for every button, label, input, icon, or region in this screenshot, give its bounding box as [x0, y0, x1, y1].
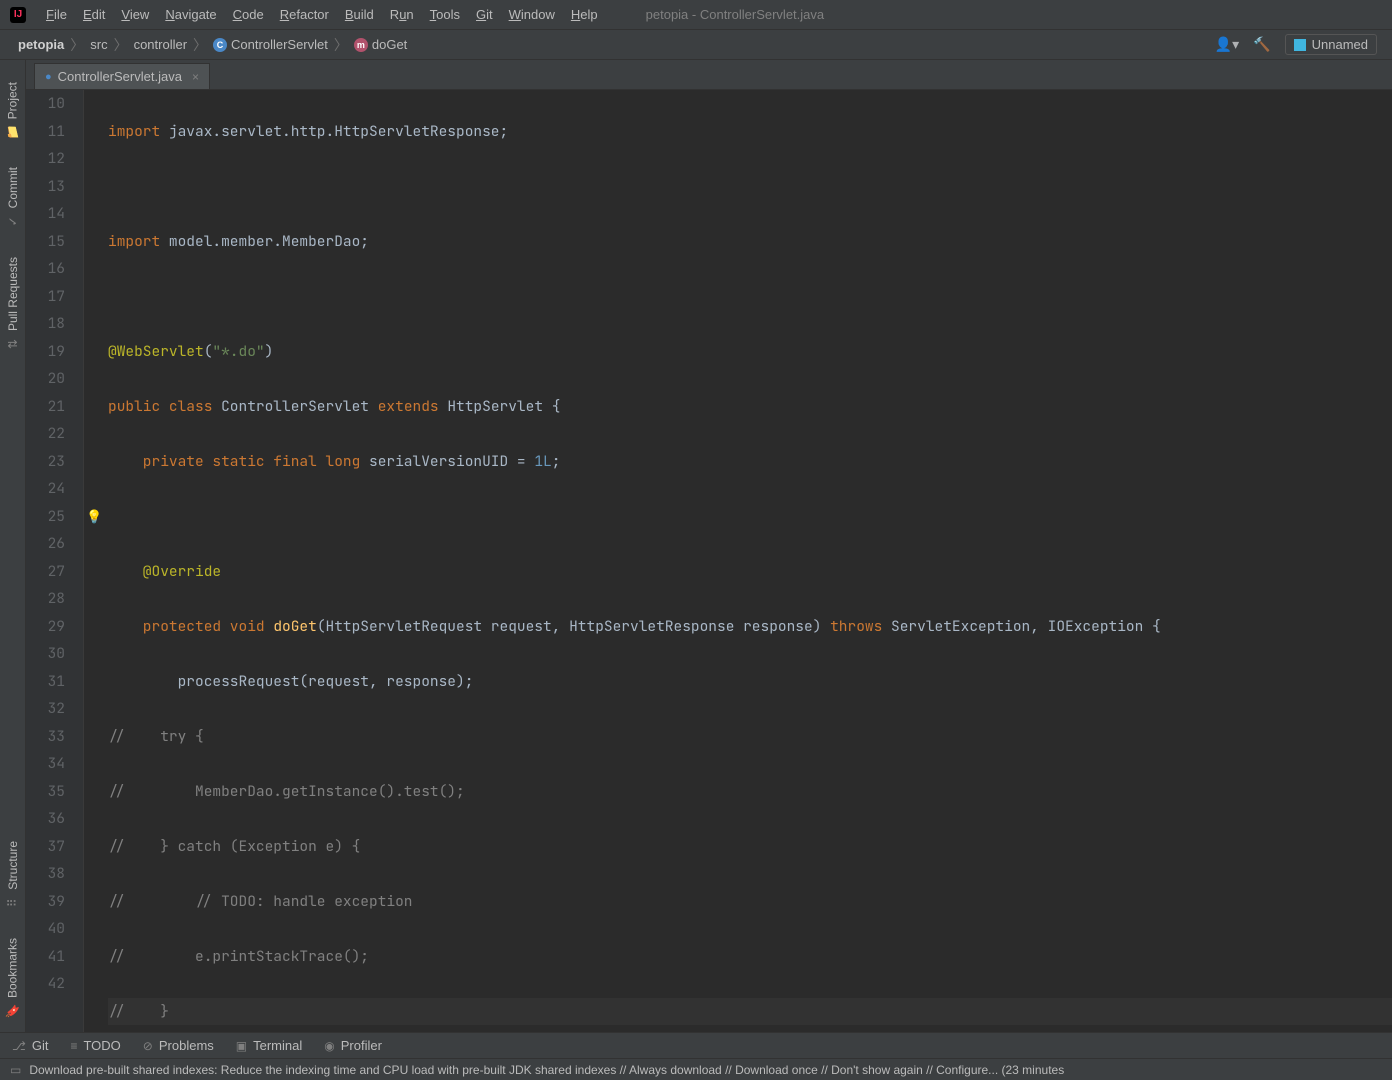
tab-label: ControllerServlet.java [58, 69, 182, 84]
bottom-git[interactable]: ⎇Git [12, 1038, 48, 1053]
marker-gutter: 💡 [84, 90, 104, 1032]
editor-tabbar: ● ControllerServlet.java × [26, 60, 1392, 90]
problems-icon: ⊘ [143, 1039, 153, 1053]
build-icon[interactable]: 🔨 [1253, 36, 1270, 53]
tab-pullrequests[interactable]: ⇅Pull Requests [4, 243, 22, 365]
bottom-todo[interactable]: ≡TODO [70, 1038, 120, 1053]
java-file-icon: ● [45, 71, 52, 83]
menu-tools[interactable]: Tools [422, 7, 468, 22]
folder-icon: 📁 [5, 125, 19, 140]
status-icon[interactable]: ▭ [10, 1063, 21, 1077]
terminal-icon: ▣ [236, 1039, 247, 1053]
user-icon[interactable]: 👤▾ [1215, 36, 1239, 53]
crumb-method[interactable]: mdoGet [351, 37, 410, 53]
crumb-class[interactable]: CControllerServlet [210, 37, 331, 53]
crumb-sep: 〉 [331, 35, 351, 55]
menu-code[interactable]: Code [225, 7, 272, 22]
bottom-problems[interactable]: ⊘Problems [143, 1038, 214, 1053]
menu-run[interactable]: Run [382, 7, 422, 22]
menu-git[interactable]: Git [468, 7, 501, 22]
crumb-sep: 〉 [190, 35, 210, 55]
crumb-pkg[interactable]: controller [131, 37, 190, 52]
bookmark-icon: 🔖 [5, 1004, 19, 1019]
tab-commit[interactable]: ✓Commit [4, 153, 22, 242]
bottom-toolbar: ⎇Git ≡TODO ⊘Problems ▣Terminal ◉Profiler [0, 1032, 1392, 1058]
menu-help[interactable]: Help [563, 7, 606, 22]
bottom-terminal[interactable]: ▣Terminal [236, 1038, 302, 1053]
code-content[interactable]: import javax.servlet.http.HttpServletRes… [104, 90, 1392, 1032]
config-icon [1294, 39, 1306, 51]
menu-file[interactable]: File [38, 7, 75, 22]
tab-project[interactable]: 📁Project [3, 68, 22, 153]
commit-icon: ✓ [6, 217, 20, 227]
tab-bookmarks[interactable]: 🔖Bookmarks [3, 924, 22, 1032]
editor-tab[interactable]: ● ControllerServlet.java × [34, 63, 210, 89]
line-gutter: 1011121314151617181920212223242526272829… [26, 90, 84, 1032]
todo-icon: ≡ [70, 1039, 77, 1053]
menu-refactor[interactable]: Refactor [272, 7, 337, 22]
method-icon: m [354, 38, 368, 52]
git-branch-icon: ⎇ [12, 1039, 26, 1053]
crumb-src[interactable]: src [87, 37, 110, 52]
pr-icon: ⇅ [6, 339, 20, 349]
bottom-profiler[interactable]: ◉Profiler [324, 1038, 382, 1053]
menu-bar: IJ File Edit View Navigate Code Refactor… [0, 0, 1392, 30]
left-toolwindow-bar: 📁Project ✓Commit ⇅Pull Requests ⠿Structu… [0, 60, 26, 1032]
crumb-sep: 〉 [67, 35, 87, 55]
menu-build[interactable]: Build [337, 7, 382, 22]
editor[interactable]: 1011121314151617181920212223242526272829… [26, 90, 1392, 1032]
nav-bar: petopia 〉 src 〉 controller 〉 CController… [0, 30, 1392, 60]
run-config-dropdown[interactable]: Unnamed [1285, 34, 1377, 55]
profiler-icon: ◉ [324, 1039, 334, 1053]
crumb-sep: 〉 [111, 35, 131, 55]
menu-view[interactable]: View [113, 7, 157, 22]
intention-bulb-icon[interactable]: 💡 [86, 503, 102, 531]
menu-navigate[interactable]: Navigate [157, 7, 224, 22]
tab-structure[interactable]: ⠿Structure [4, 827, 22, 924]
app-logo-icon: IJ [10, 7, 26, 23]
status-bar: ▭ Download pre-built shared indexes: Red… [0, 1058, 1392, 1080]
menu-edit[interactable]: Edit [75, 7, 113, 22]
crumb-root[interactable]: petopia [15, 37, 67, 52]
class-icon: C [213, 38, 227, 52]
structure-icon: ⠿ [5, 899, 19, 908]
window-title: petopia - ControllerServlet.java [646, 7, 824, 22]
close-icon[interactable]: × [188, 70, 199, 84]
menu-window[interactable]: Window [501, 7, 563, 22]
status-text[interactable]: Download pre-built shared indexes: Reduc… [29, 1063, 1064, 1077]
